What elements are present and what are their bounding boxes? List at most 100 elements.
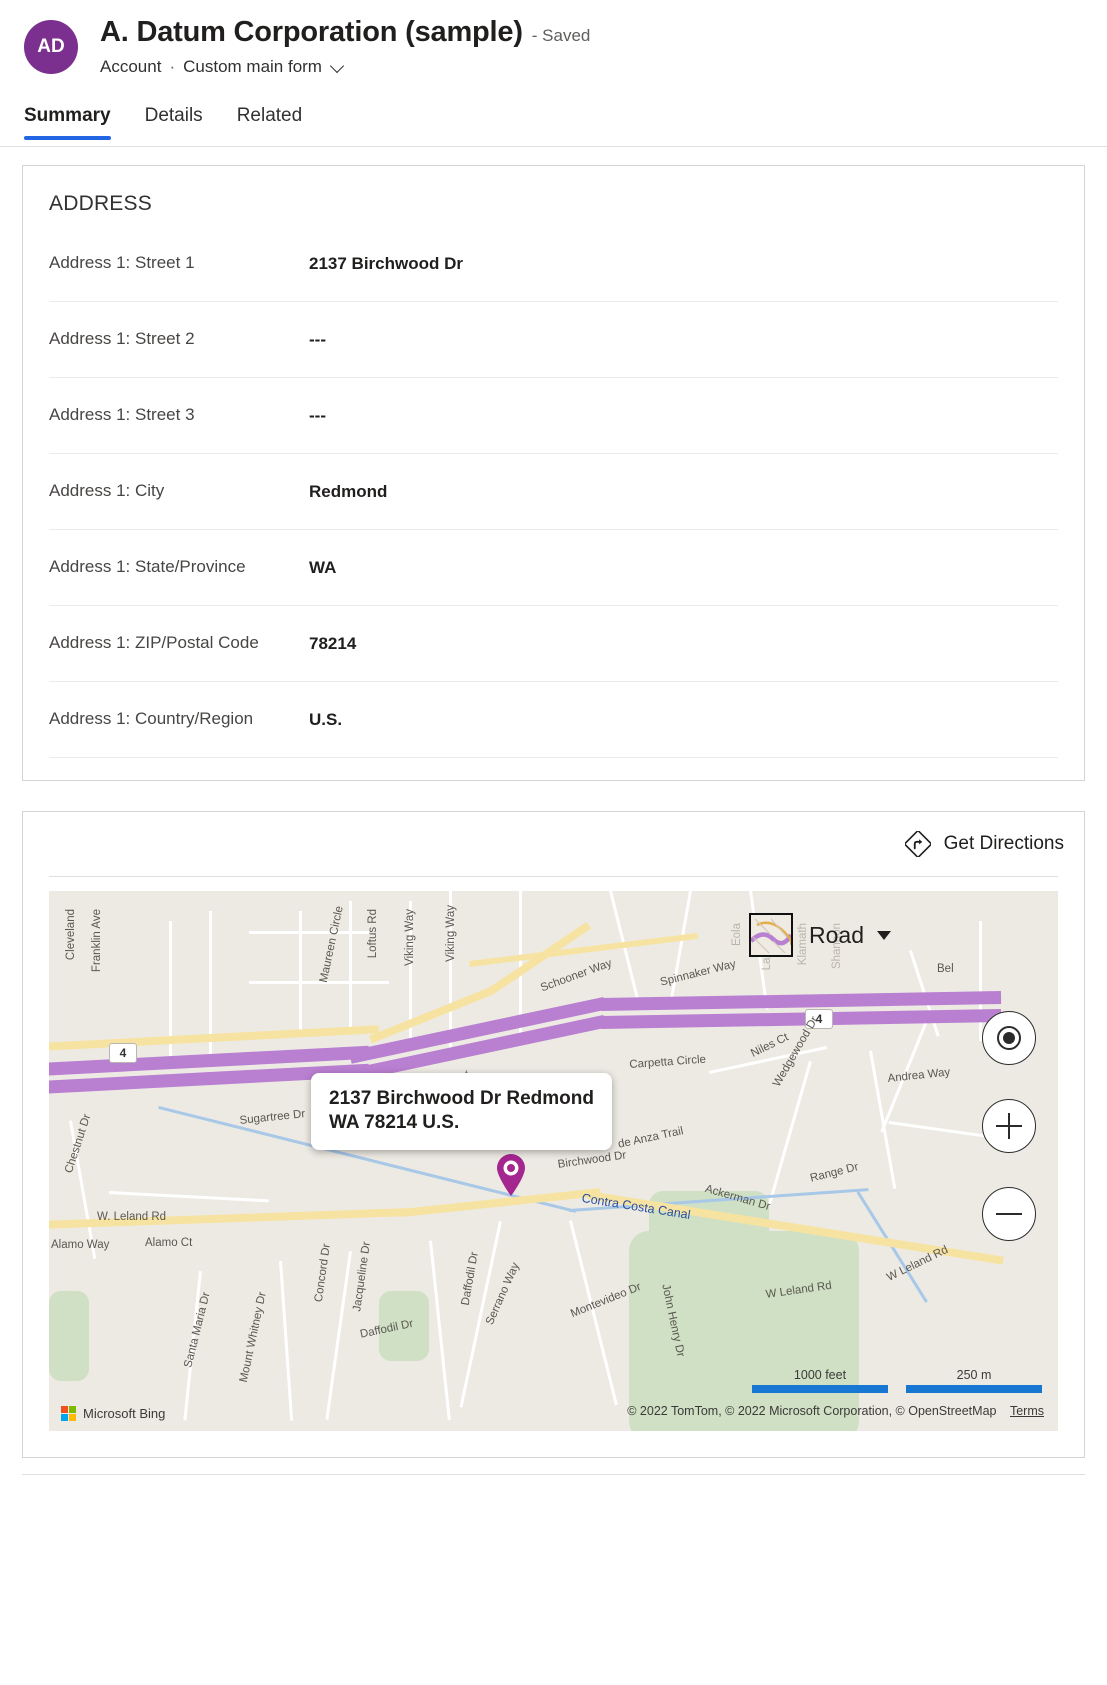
map-street-label: Birchwood Dr [557,1149,627,1170]
map-street-label: Mount Whitney Dr [238,1291,269,1384]
plus-icon [996,1113,1022,1139]
zoom-in-button[interactable] [982,1099,1036,1153]
map-type-thumbnail-icon [749,913,793,957]
map-street-label: W. Leland Rd [97,1211,166,1223]
field-value[interactable]: 2137 Birchwood Dr [309,254,463,274]
map-street-label: Cleveland [65,909,77,960]
avatar-initials: AD [37,36,64,58]
map-street-label: Alamo Ct [145,1237,192,1249]
map-street-label: Concord Dr [313,1243,333,1303]
header-divider [0,146,1107,147]
map-road [349,901,352,1031]
section-title-address: ADDRESS [23,166,1084,226]
map-street-label: Spinnaker Way [659,958,737,988]
map-toolbar-divider [49,876,1058,877]
map-road [979,921,982,1041]
field-value[interactable]: U.S. [309,710,342,730]
get-directions-button[interactable]: Get Directions [905,831,1064,857]
map-road [325,1251,351,1420]
bing-branding[interactable]: Microsoft Bing [61,1406,165,1421]
map-road [299,911,302,1031]
map-transit-line [601,1009,1001,1029]
map-info-bubble[interactable]: 2137 Birchwood Dr Redmond WA 78214 U.S. [311,1073,612,1150]
field-value[interactable]: 78214 [309,634,356,654]
field-label: Address 1: ZIP/Postal Code [49,630,309,656]
map-street-label: Jacqueline Dr [351,1241,373,1312]
field-value[interactable]: --- [309,330,326,350]
field-value[interactable]: WA [309,558,336,578]
map-street-label: de Anza Trail [617,1125,685,1151]
map-road [109,1191,269,1202]
bubble-line-2: WA 78214 U.S. [329,1111,594,1135]
field-row-street2: Address 1: Street 2 --- [49,302,1058,378]
tab-details[interactable]: Details [145,105,203,140]
map-street-label: Range Dr [809,1161,860,1185]
map-terms-link[interactable]: Terms [1010,1404,1044,1418]
map-card: Get Directions [22,811,1085,1458]
bubble-line-1: 2137 Birchwood Dr Redmond [329,1087,594,1111]
scale-meters-label: 250 m [906,1368,1042,1382]
map-toolbar: Get Directions [23,812,1084,876]
field-row-city: Address 1: City Redmond [49,454,1058,530]
tab-related[interactable]: Related [237,105,303,140]
map-park-area [49,1291,89,1381]
scale-feet-bar [752,1385,888,1393]
map-street-label: Santa Maria Dr [182,1291,212,1369]
map-road [279,1261,293,1421]
map-street-label: Bel [937,963,954,975]
scale-feet-label: 1000 feet [752,1368,888,1382]
field-row-street1: Address 1: Street 1 2137 Birchwood Dr [49,226,1058,302]
map-highway [469,933,698,967]
bing-branding-label: Microsoft Bing [83,1406,165,1421]
chevron-down-icon[interactable] [332,60,345,73]
map-road [429,1241,450,1420]
scale-feet: 1000 feet [752,1368,888,1393]
get-directions-label: Get Directions [944,833,1064,855]
record-header: AD A. Datum Corporation (sample) - Saved… [0,0,1107,147]
map-attribution: © 2022 TomTom, © 2022 Microsoft Corporat… [627,1404,1044,1418]
field-label: Address 1: Country/Region [49,706,309,732]
field-label: Address 1: Street 3 [49,402,309,428]
microsoft-logo-icon [61,1406,76,1421]
map-street-label: Andrea Way [887,1066,951,1085]
map-street-label: Schooner Way [539,957,614,994]
scale-meters: 250 m [906,1368,1042,1393]
map-street-label: Franklin Ave [91,909,103,972]
map-transit-line [601,991,1001,1011]
form-selector-label[interactable]: Custom main form [183,57,322,77]
avatar: AD [24,20,78,74]
map-street-label: Eola [731,923,743,946]
map-road [869,1051,896,1189]
field-value[interactable]: --- [309,406,326,426]
field-label: Address 1: State/Province [49,554,309,580]
tab-summary-label: Summary [24,105,111,126]
locate-me-icon [997,1026,1021,1050]
map-park-area [629,1231,859,1431]
caret-down-icon[interactable] [877,931,891,940]
field-label: Address 1: City [49,478,309,504]
field-label: Address 1: Street 1 [49,250,309,276]
map-street-label: Daffodil Dr [460,1251,481,1306]
save-status: - Saved [532,26,591,46]
map-pin-icon[interactable] [495,1153,527,1197]
map-attribution-text: © 2022 TomTom, © 2022 Microsoft Corporat… [627,1404,996,1418]
map-street-label: Viking Way [404,909,416,966]
map-canvas[interactable]: 4 4 Cleveland Franklin Ave Maureen Circl… [49,891,1058,1431]
locate-me-button[interactable] [982,1011,1036,1065]
map-viewport[interactable]: 4 4 Cleveland Franklin Ave Maureen Circl… [49,891,1058,1431]
field-row-state: Address 1: State/Province WA [49,530,1058,606]
map-scale-bars: 1000 feet 250 m [734,1368,1042,1393]
turn-right-diamond-icon [905,831,931,857]
field-value[interactable]: Redmond [309,482,387,502]
highway-shield: 4 [109,1043,137,1063]
tab-summary[interactable]: Summary [24,105,111,140]
form-tabs: Summary Details Related [0,105,1107,140]
map-street-label: Viking Way [445,905,457,962]
minus-icon [996,1201,1022,1227]
field-row-country: Address 1: Country/Region U.S. [49,682,1058,758]
entity-name: Account [100,57,161,77]
tab-details-label: Details [145,105,203,126]
zoom-out-button[interactable] [982,1187,1036,1241]
map-type-selector[interactable]: Road [749,913,891,957]
map-street-label: Maureen Circle [318,905,346,984]
